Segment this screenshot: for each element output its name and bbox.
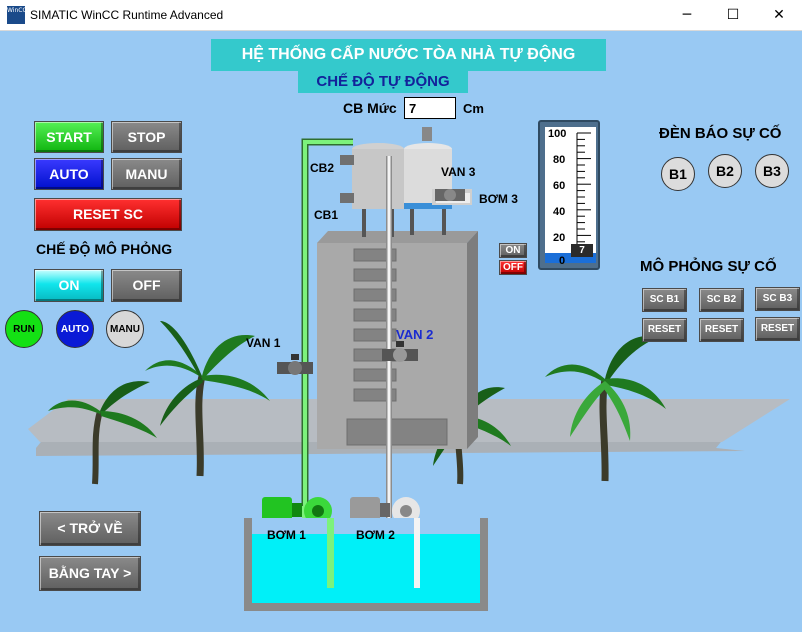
gauge-tick-60: 60	[553, 180, 566, 192]
van1-label: VAN 1	[246, 336, 281, 350]
mode-title: CHẾ ĐỘ TỰ ĐỘNG	[298, 71, 468, 93]
hmi-screen: HỆ THỐNG CẤP NƯỚC TÒA NHÀ TỰ ĐỘNG CHẾ ĐỘ…	[0, 31, 802, 632]
sim-off-button[interactable]: OFF	[111, 269, 182, 302]
sim-on-button[interactable]: ON	[34, 269, 104, 302]
fault-light-b2: B2	[708, 154, 742, 188]
gauge-tick-20: 20	[553, 232, 566, 244]
sc-b2-button[interactable]: SC B2	[699, 288, 744, 312]
window-title: SIMATIC WinCC Runtime Advanced	[30, 8, 224, 22]
van3-label: VAN 3	[441, 165, 476, 179]
fault-light-b3: B3	[755, 154, 789, 188]
close-button[interactable]: ✕	[756, 0, 802, 31]
bom3-label: BƠM 3	[479, 192, 518, 206]
van3-valve-icon[interactable]	[435, 181, 465, 209]
reset-b3-button[interactable]: RESET	[755, 317, 800, 341]
van2-valve-icon[interactable]	[380, 341, 420, 371]
cb2-label: CB2	[310, 161, 335, 175]
system-title: HỆ THỐNG CẤP NƯỚC TÒA NHÀ TỰ ĐỘNG	[211, 39, 606, 71]
level-unit-label: Cm	[463, 101, 484, 116]
tank-on-button[interactable]: ON	[499, 243, 527, 258]
van2-label: VAN 2	[396, 327, 434, 342]
run-indicator: RUN	[5, 310, 43, 348]
window-titlebar[interactable]: WinCC SIMATIC WinCC Runtime Advanced ─ ☐…	[0, 0, 802, 31]
back-button[interactable]: < TRỞ VỀ	[39, 511, 141, 546]
level-gauge: 100 80 60 40 20 0 7	[538, 120, 600, 270]
palm-tree-right	[545, 335, 666, 482]
level-sensor-field[interactable]	[404, 97, 456, 119]
gauge-tick-40: 40	[553, 206, 566, 218]
auto-button[interactable]: AUTO	[34, 158, 104, 190]
sc-b1-button[interactable]: SC B1	[642, 288, 687, 312]
cb1-label: CB1	[314, 208, 339, 222]
van1-valve-icon[interactable]	[275, 354, 315, 384]
fault-lights-title: ĐÈN BÁO SỰ CỐ	[659, 125, 782, 142]
reset-sc-button[interactable]: RESET SC	[34, 198, 182, 231]
maximize-button[interactable]: ☐	[710, 0, 756, 31]
manu-button[interactable]: MANU	[111, 158, 182, 190]
minimize-button[interactable]: ─	[664, 0, 710, 31]
stop-button[interactable]: STOP	[111, 121, 182, 153]
palm-tree-far-left	[48, 381, 157, 485]
tank-off-button[interactable]: OFF	[499, 260, 527, 275]
reset-b1-button[interactable]: RESET	[642, 318, 687, 342]
manu-indicator: MANU	[106, 310, 144, 348]
bom1-label: BƠM 1	[267, 528, 306, 542]
start-button[interactable]: START	[34, 121, 104, 153]
wincc-app-icon: WinCC	[7, 6, 27, 24]
gauge-tick-0: 0	[559, 255, 566, 267]
gauge-value-marker: 7	[571, 244, 593, 257]
fault-light-b1: B1	[661, 157, 695, 191]
reset-b2-button[interactable]: RESET	[699, 318, 744, 342]
fault-sim-title: MÔ PHỎNG SỰ CỐ	[640, 258, 777, 275]
level-sensor-label: CB Mức	[343, 100, 397, 116]
manual-mode-button[interactable]: BẰNG TAY >	[39, 556, 141, 591]
auto-indicator: AUTO	[56, 310, 94, 348]
gauge-tick-100: 100	[548, 128, 567, 140]
gauge-tick-80: 80	[553, 154, 566, 166]
sim-mode-title: CHẾ ĐỘ MÔ PHỎNG	[36, 241, 173, 257]
bom2-label: BƠM 2	[356, 528, 395, 542]
sc-b3-button[interactable]: SC B3	[755, 287, 800, 311]
